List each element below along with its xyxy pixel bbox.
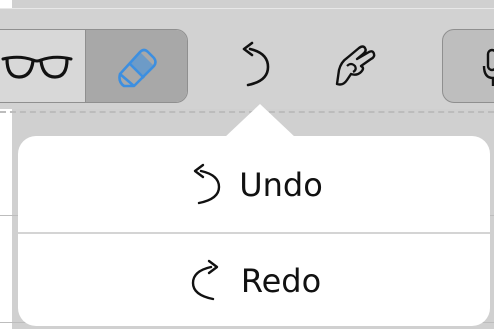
eraser-icon [117,48,157,88]
undo-toolbar-button[interactable] [226,35,282,95]
screen: Undo Redo [0,0,494,329]
microphone-icon [482,48,494,86]
redo-menu-item[interactable]: Redo [18,234,490,328]
undo-redo-popover: Undo Redo [18,136,490,326]
markup-toolbar-button[interactable] [326,35,382,95]
popover-arrow [224,104,296,138]
glasses-icon [1,55,73,79]
redo-icon [191,259,219,301]
undo-icon [242,41,270,87]
hand-pen-icon [335,45,376,86]
eraser-button[interactable] [86,30,187,102]
undo-icon [194,163,221,205]
microphone-button[interactable] [442,29,494,103]
view-mode-segmented-control [0,29,188,103]
undo-menu-item[interactable]: Undo [18,138,490,232]
toolbar [0,8,494,109]
redo-label: Redo [240,262,322,300]
glasses-button[interactable] [0,30,86,102]
undo-label: Undo [239,166,323,204]
